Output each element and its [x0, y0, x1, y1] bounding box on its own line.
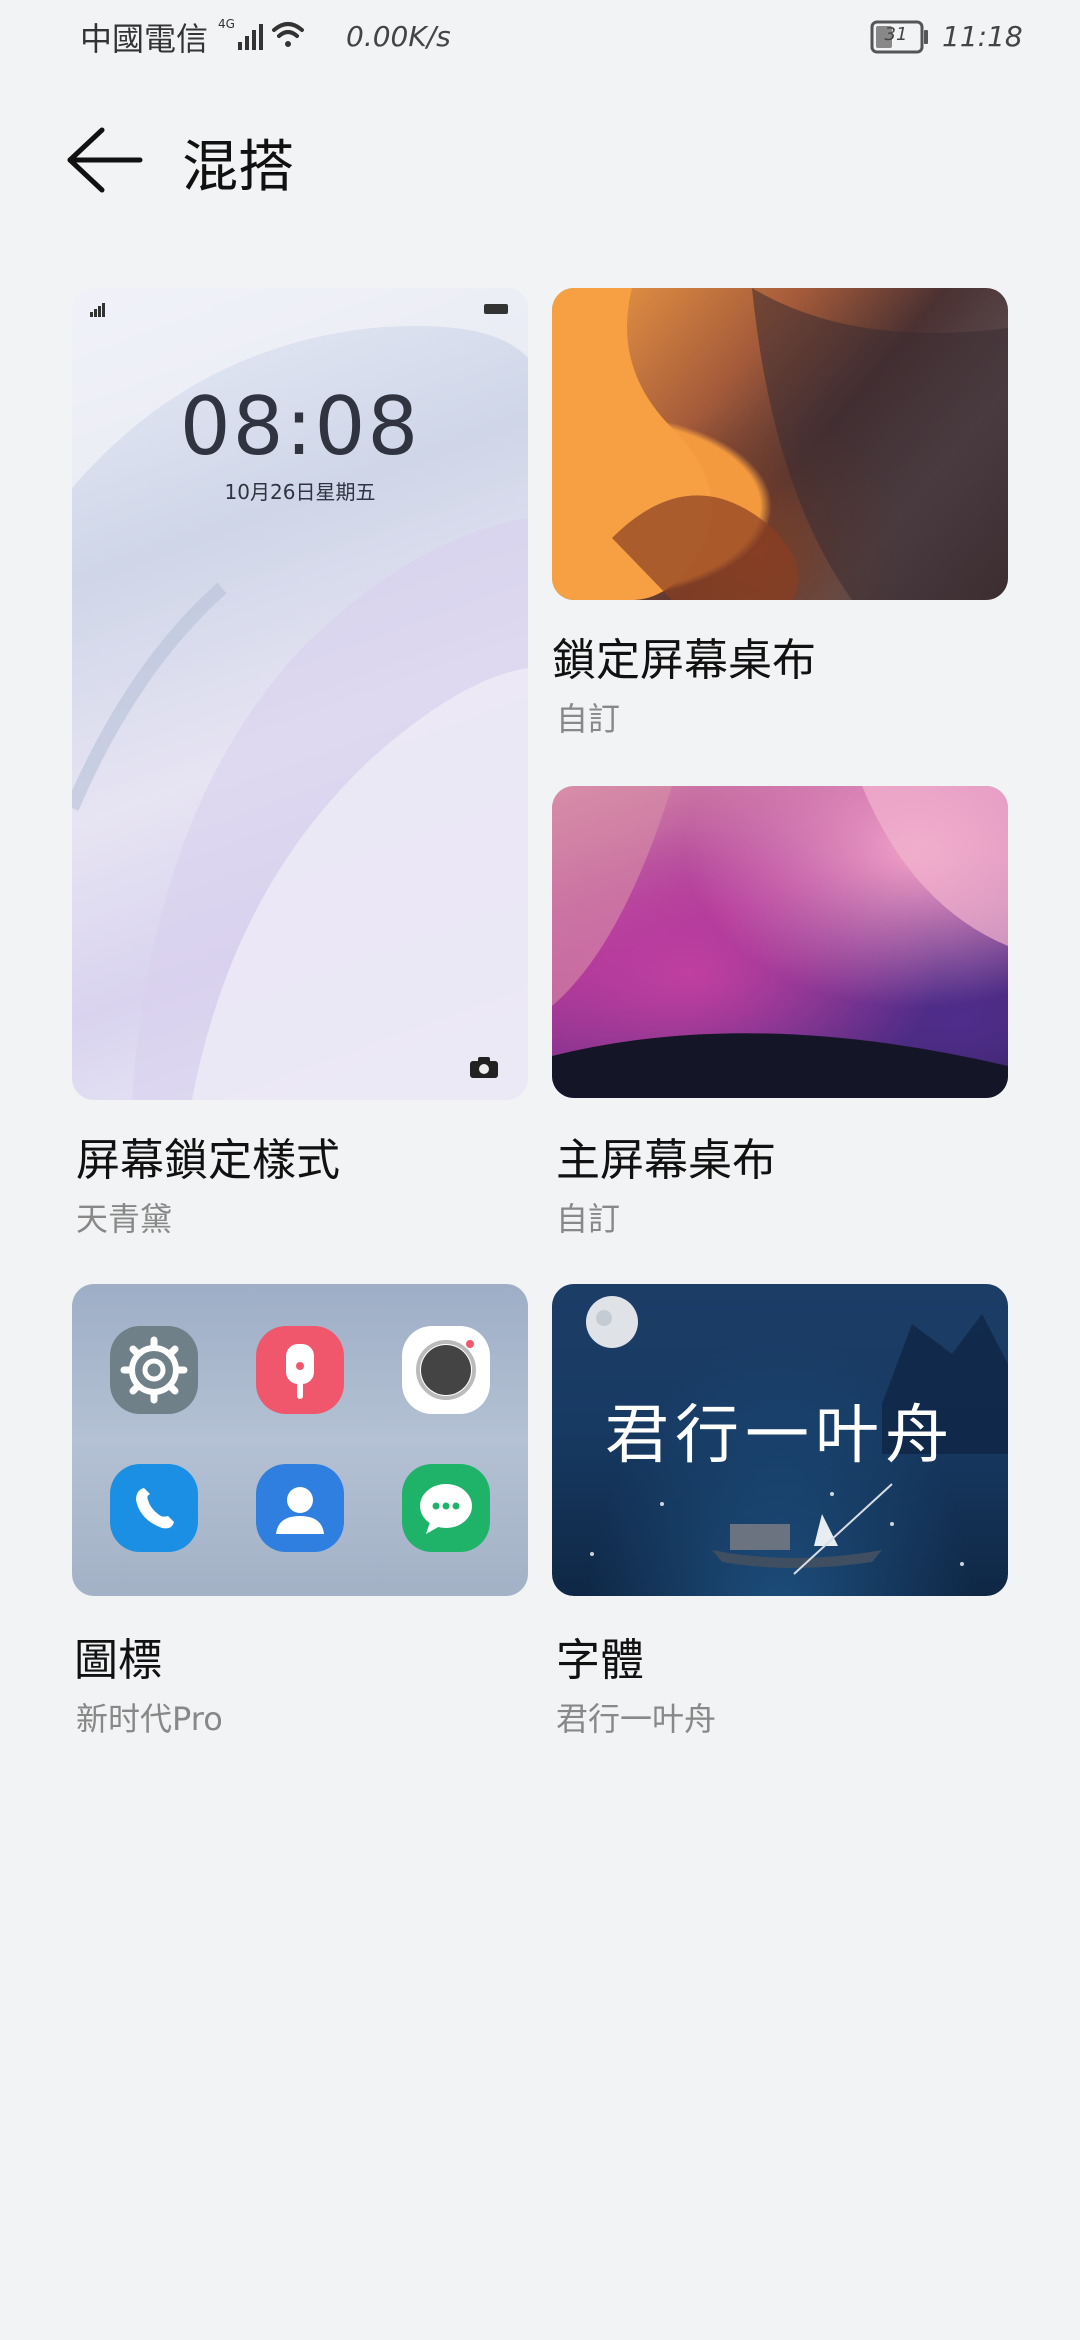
icons-preview[interactable]	[72, 1284, 528, 1596]
lock-style-title: 屏幕鎖定樣式	[76, 1135, 340, 1186]
home-wallpaper-preview[interactable]	[552, 786, 1008, 1098]
lock-preview-date: 10月26日星期五	[224, 480, 376, 504]
battery-icon: 31	[870, 20, 930, 54]
lock-wallpaper-art	[552, 288, 1008, 600]
home-wallpaper-art	[552, 786, 1008, 1098]
back-button[interactable]	[62, 122, 152, 198]
carrier-label: 中國電信	[80, 20, 209, 58]
battery-level: 31	[884, 24, 908, 45]
lock-wallpaper-subtitle: 自訂	[556, 700, 621, 738]
wifi-icon	[272, 22, 304, 47]
recorder-icon	[256, 1326, 344, 1414]
lock-preview-status	[90, 303, 508, 317]
lock-wallpaper-title: 鎖定屏幕桌布	[552, 635, 816, 686]
font-preview[interactable]: 君行一叶舟	[552, 1284, 1008, 1596]
home-wallpaper-subtitle: 自訂	[556, 1200, 621, 1238]
lock-preview-time: 08:08	[179, 380, 421, 473]
contacts-icon	[256, 1464, 344, 1552]
camera-icon	[470, 1057, 498, 1078]
lock-style-preview[interactable]: 08:08 10月26日星期五	[72, 288, 528, 1100]
font-subtitle: 君行一叶舟	[556, 1700, 717, 1738]
lock-style-subtitle: 天青黛	[76, 1200, 173, 1238]
network-type-label: 4G	[218, 17, 235, 31]
back-arrow-icon	[67, 127, 143, 193]
settings-icon	[110, 1326, 198, 1414]
signal-icon	[238, 24, 263, 50]
camera-app-icon	[402, 1326, 490, 1414]
header: 混搭	[0, 100, 1080, 220]
clock: 11:18	[942, 20, 1023, 53]
signal-wifi-icons: 4G	[218, 17, 304, 50]
status-bar: 中國電信 4G 0.00K/s 31 11:18	[0, 0, 1080, 72]
font-preview-text: 君行一叶舟	[605, 1399, 955, 1473]
network-speed: 0.00K/s	[346, 20, 451, 53]
page-title: 混搭	[182, 135, 294, 200]
icons-subtitle: 新时代Pro	[76, 1700, 223, 1738]
phone-icon	[110, 1464, 198, 1552]
home-wallpaper-title: 主屏幕桌布	[556, 1135, 776, 1186]
messages-icon	[402, 1464, 490, 1552]
icons-title: 圖標	[74, 1635, 162, 1686]
lock-wallpaper-preview[interactable]	[552, 288, 1008, 600]
font-title: 字體	[556, 1635, 644, 1686]
